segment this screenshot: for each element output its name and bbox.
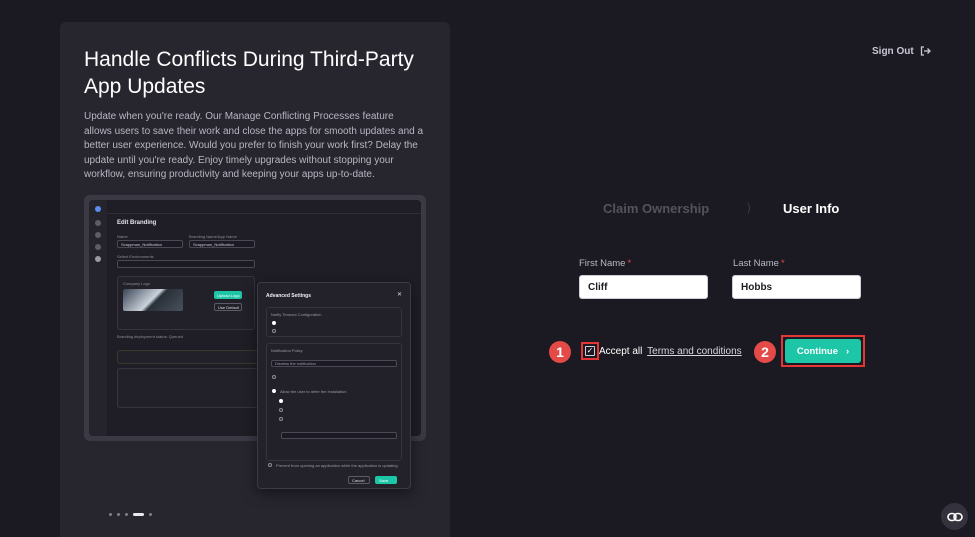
preview-name-label: Name xyxy=(117,234,128,239)
preview-nav-icon xyxy=(95,232,101,238)
carousel-dot[interactable] xyxy=(109,513,112,516)
step-user-info: User Info xyxy=(783,201,840,216)
first-name-input[interactable] xyxy=(579,275,708,299)
preview-nav-icon xyxy=(95,220,101,226)
preview-topbar xyxy=(107,200,421,214)
preview-timeout-section: Notify Timeout Configuration xyxy=(266,307,402,337)
link-icon xyxy=(946,512,963,521)
carousel-dot[interactable] xyxy=(125,513,128,516)
preview-radio xyxy=(272,321,276,325)
continue-button[interactable]: Continue › xyxy=(785,339,861,363)
preview-radio xyxy=(268,463,272,467)
step-separator: ) xyxy=(747,202,751,214)
preview-environments-label: Select Environments xyxy=(117,254,154,259)
hero-description: Update when you're ready. Our Manage Con… xyxy=(84,111,424,181)
accept-terms-checkbox[interactable]: ✓ xyxy=(581,342,599,360)
preview-deployment-status: Branding deployment status: Queued xyxy=(117,334,184,339)
last-name-label: Last Name * xyxy=(733,258,785,269)
preview-warning-banner xyxy=(117,350,277,364)
step-claim-ownership: Claim Ownership xyxy=(603,201,710,216)
continue-highlight-frame: Continue › xyxy=(781,335,865,367)
preview-modal-close-icon: ✕ xyxy=(396,292,402,298)
chevron-right-icon: › xyxy=(846,345,850,357)
preview-advanced-settings-modal: Advanced Settings ✕ Notify Timeout Confi… xyxy=(257,282,411,489)
step-indicator: Claim Ownership ) User Info xyxy=(572,201,872,221)
preview-upload-logo-button: Upload Logo xyxy=(214,291,242,299)
first-name-label: First Name * xyxy=(579,258,632,269)
preview-name-field: Scappman_Notification xyxy=(117,240,183,248)
sign-out-label: Sign Out xyxy=(872,45,914,57)
sign-out-icon xyxy=(920,46,931,56)
preview-sidebar xyxy=(89,200,107,436)
carousel-dot-active[interactable] xyxy=(133,513,144,516)
promo-panel: Handle Conflicts During Third-Party App … xyxy=(60,22,450,537)
terms-and-conditions-link[interactable]: Terms and conditions xyxy=(647,346,742,357)
hero-title: Handle Conflicts During Third-Party App … xyxy=(84,48,414,98)
preview-nav-icon xyxy=(95,244,101,250)
preview-radio xyxy=(279,399,283,403)
last-name-input[interactable] xyxy=(732,275,861,299)
support-chat-button[interactable] xyxy=(941,503,968,530)
preview-modal-title: Advanced Settings xyxy=(266,293,312,299)
preview-branding-field: Scappman_Notification xyxy=(189,240,255,248)
preview-modal-save-button: Save xyxy=(375,476,397,484)
preview-use-default-button: Use Default xyxy=(214,303,242,311)
preview-nav-icon xyxy=(95,256,101,262)
continue-label: Continue xyxy=(796,345,838,357)
accept-terms-text: Accept all Terms and conditions xyxy=(599,346,742,357)
required-mark: * xyxy=(627,258,632,269)
preview-environments-select xyxy=(117,260,255,268)
carousel-dot[interactable] xyxy=(149,513,152,516)
sign-out-button[interactable]: Sign Out xyxy=(872,45,931,57)
preview-policy-select: Dismiss the notification xyxy=(271,360,397,367)
preview-defer-select xyxy=(281,432,397,439)
carousel-dot[interactable] xyxy=(117,513,120,516)
preview-logo-icon xyxy=(95,206,101,212)
preview-radio xyxy=(279,417,283,421)
preview-modal-cancel-button: Cancel xyxy=(348,476,370,484)
callout-badge-1: 1 xyxy=(549,341,571,363)
checkmark-icon: ✓ xyxy=(585,346,595,356)
required-mark: * xyxy=(780,258,785,269)
preview-logo-image xyxy=(123,289,183,311)
preview-logo-box: Company Logo Upload Logo Use Default xyxy=(117,276,255,330)
preview-branding-label: Branding Name/App Name xyxy=(189,234,237,239)
callout-badge-2: 2 xyxy=(754,341,776,363)
carousel-pagination xyxy=(109,513,152,516)
preview-radio xyxy=(272,329,276,333)
preview-page-title: Edit Branding xyxy=(117,220,157,226)
preview-radio xyxy=(272,375,276,379)
preview-radio xyxy=(279,408,283,412)
preview-policy-section: Notification Policy Dismiss the notifica… xyxy=(266,343,402,461)
preview-radio xyxy=(272,389,276,393)
preview-empty-section xyxy=(117,368,277,408)
